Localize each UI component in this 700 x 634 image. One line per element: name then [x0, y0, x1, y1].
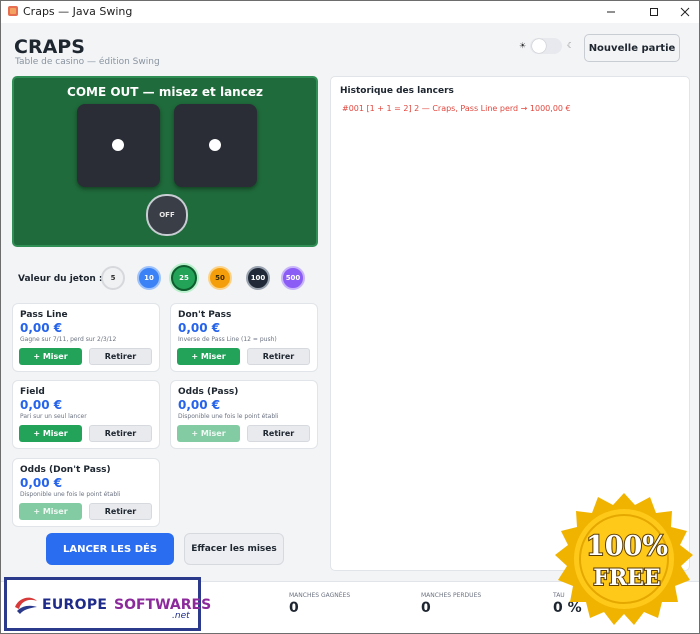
- bet-amount: 0,00 €: [178, 398, 221, 412]
- place-bet-button[interactable]: + Miser: [19, 348, 82, 365]
- chip-100[interactable]: 100: [246, 266, 270, 290]
- bet-description: Inverse de Pass Line (12 = push): [178, 336, 277, 343]
- moon-icon: ☾: [567, 41, 575, 50]
- minimize-button[interactable]: [597, 1, 625, 23]
- logo-text-europe: EUROPE: [42, 597, 108, 613]
- theme-toggle[interactable]: [530, 38, 562, 54]
- remove-bet-button[interactable]: Retirer: [247, 348, 310, 365]
- die-pip: [112, 139, 124, 151]
- sun-icon: ☀: [519, 41, 527, 50]
- app-window: Craps — Java Swing CRAPS Table de casino…: [0, 0, 700, 634]
- logo-text-net: .net: [172, 611, 190, 621]
- bet-name: Don't Pass: [178, 310, 232, 320]
- rounds-won-value: 0: [289, 600, 299, 616]
- die-pip: [209, 139, 221, 151]
- seal-text-100: 100%: [586, 531, 668, 562]
- new-game-button[interactable]: Nouvelle partie: [584, 34, 680, 62]
- window-title: Craps — Java Swing: [23, 5, 133, 18]
- toggle-knob: [532, 39, 546, 53]
- roll-dice-button[interactable]: LANCER LES DÉS: [46, 533, 174, 565]
- place-bet-button-disabled[interactable]: + Miser: [177, 425, 240, 442]
- bet-description: Disponible une fois le point établi: [178, 413, 279, 420]
- bet-card-dont-pass: Don't Pass 0,00 € Inverse de Pass Line (…: [170, 303, 318, 372]
- bet-description: Pari sur un seul lancer: [20, 413, 87, 420]
- history-entry: #001 [1 + 1 = 2] 2 — Craps, Pass Line pe…: [342, 104, 571, 113]
- history-title: Historique des lancers: [340, 86, 454, 96]
- chip-500[interactable]: 500: [281, 266, 305, 290]
- seal-text-free: FREE: [593, 565, 660, 591]
- swoosh-icon: [15, 597, 37, 614]
- rounds-lost-value: 0: [421, 600, 431, 616]
- minimize-icon: [607, 11, 615, 13]
- remove-bet-button[interactable]: Retirer: [89, 348, 152, 365]
- close-button[interactable]: [671, 1, 699, 23]
- maximize-button[interactable]: [640, 1, 668, 23]
- clear-bets-button[interactable]: Effacer les mises: [184, 533, 284, 565]
- bet-amount: 0,00 €: [20, 476, 63, 490]
- chip-10[interactable]: 10: [137, 266, 161, 290]
- europesoftwares-watermark-logo: EUROPE SOFTWARES .net: [4, 577, 211, 631]
- point-puck: OFF: [146, 194, 188, 236]
- rounds-won-label: MANCHES GAGNÉES: [289, 592, 351, 599]
- bet-description: Disponible une fois le point établi: [20, 491, 121, 498]
- remove-bet-button[interactable]: Retirer: [247, 425, 310, 442]
- maximize-icon: [650, 8, 658, 16]
- die-1: [77, 104, 160, 187]
- bet-name: Odds (Don't Pass): [20, 465, 111, 475]
- bet-name: Odds (Pass): [178, 387, 239, 397]
- remove-bet-button[interactable]: Retirer: [89, 425, 152, 442]
- free-seal-badge: 100% FREE: [555, 493, 693, 625]
- chip-5[interactable]: 5: [101, 266, 125, 290]
- bet-card-odds-dont-pass: Odds (Don't Pass) 0,00 € Disponible une …: [12, 458, 160, 527]
- chip-25-selected[interactable]: 25: [171, 265, 197, 291]
- bet-name: Pass Line: [20, 310, 68, 320]
- bet-name: Field: [20, 387, 45, 397]
- bet-card-odds-pass: Odds (Pass) 0,00 € Disponible une fois l…: [170, 380, 318, 449]
- bet-amount: 0,00 €: [178, 321, 221, 335]
- remove-bet-button[interactable]: Retirer: [89, 503, 152, 520]
- place-bet-button[interactable]: + Miser: [177, 348, 240, 365]
- rounds-lost-label: MANCHES PERDUES: [421, 592, 482, 599]
- logo-text-softwares: SOFTWARES: [114, 597, 212, 613]
- phase-label: COME OUT — misez et lancez: [67, 85, 263, 99]
- place-bet-button[interactable]: + Miser: [19, 425, 82, 442]
- bet-amount: 0,00 €: [20, 321, 63, 335]
- chip-50[interactable]: 50: [208, 266, 232, 290]
- place-bet-button-disabled[interactable]: + Miser: [19, 503, 82, 520]
- close-icon: [680, 7, 690, 17]
- bet-card-field: Field 0,00 € Pari sur un seul lancer + M…: [12, 380, 160, 449]
- title-bar: Craps — Java Swing: [1, 1, 699, 23]
- bet-amount: 0,00 €: [20, 398, 63, 412]
- craps-table: COME OUT — misez et lancez OFF: [12, 76, 318, 247]
- die-2: [174, 104, 257, 187]
- chip-value-label: Valeur du jeton :: [18, 274, 103, 284]
- app-title: CRAPS: [14, 36, 85, 58]
- app-subtitle: Table de casino — édition Swing: [15, 57, 160, 67]
- java-app-icon: [8, 6, 18, 16]
- bet-description: Gagne sur 7/11, perd sur 2/3/12: [20, 336, 117, 343]
- bet-card-pass-line: Pass Line 0,00 € Gagne sur 7/11, perd su…: [12, 303, 160, 372]
